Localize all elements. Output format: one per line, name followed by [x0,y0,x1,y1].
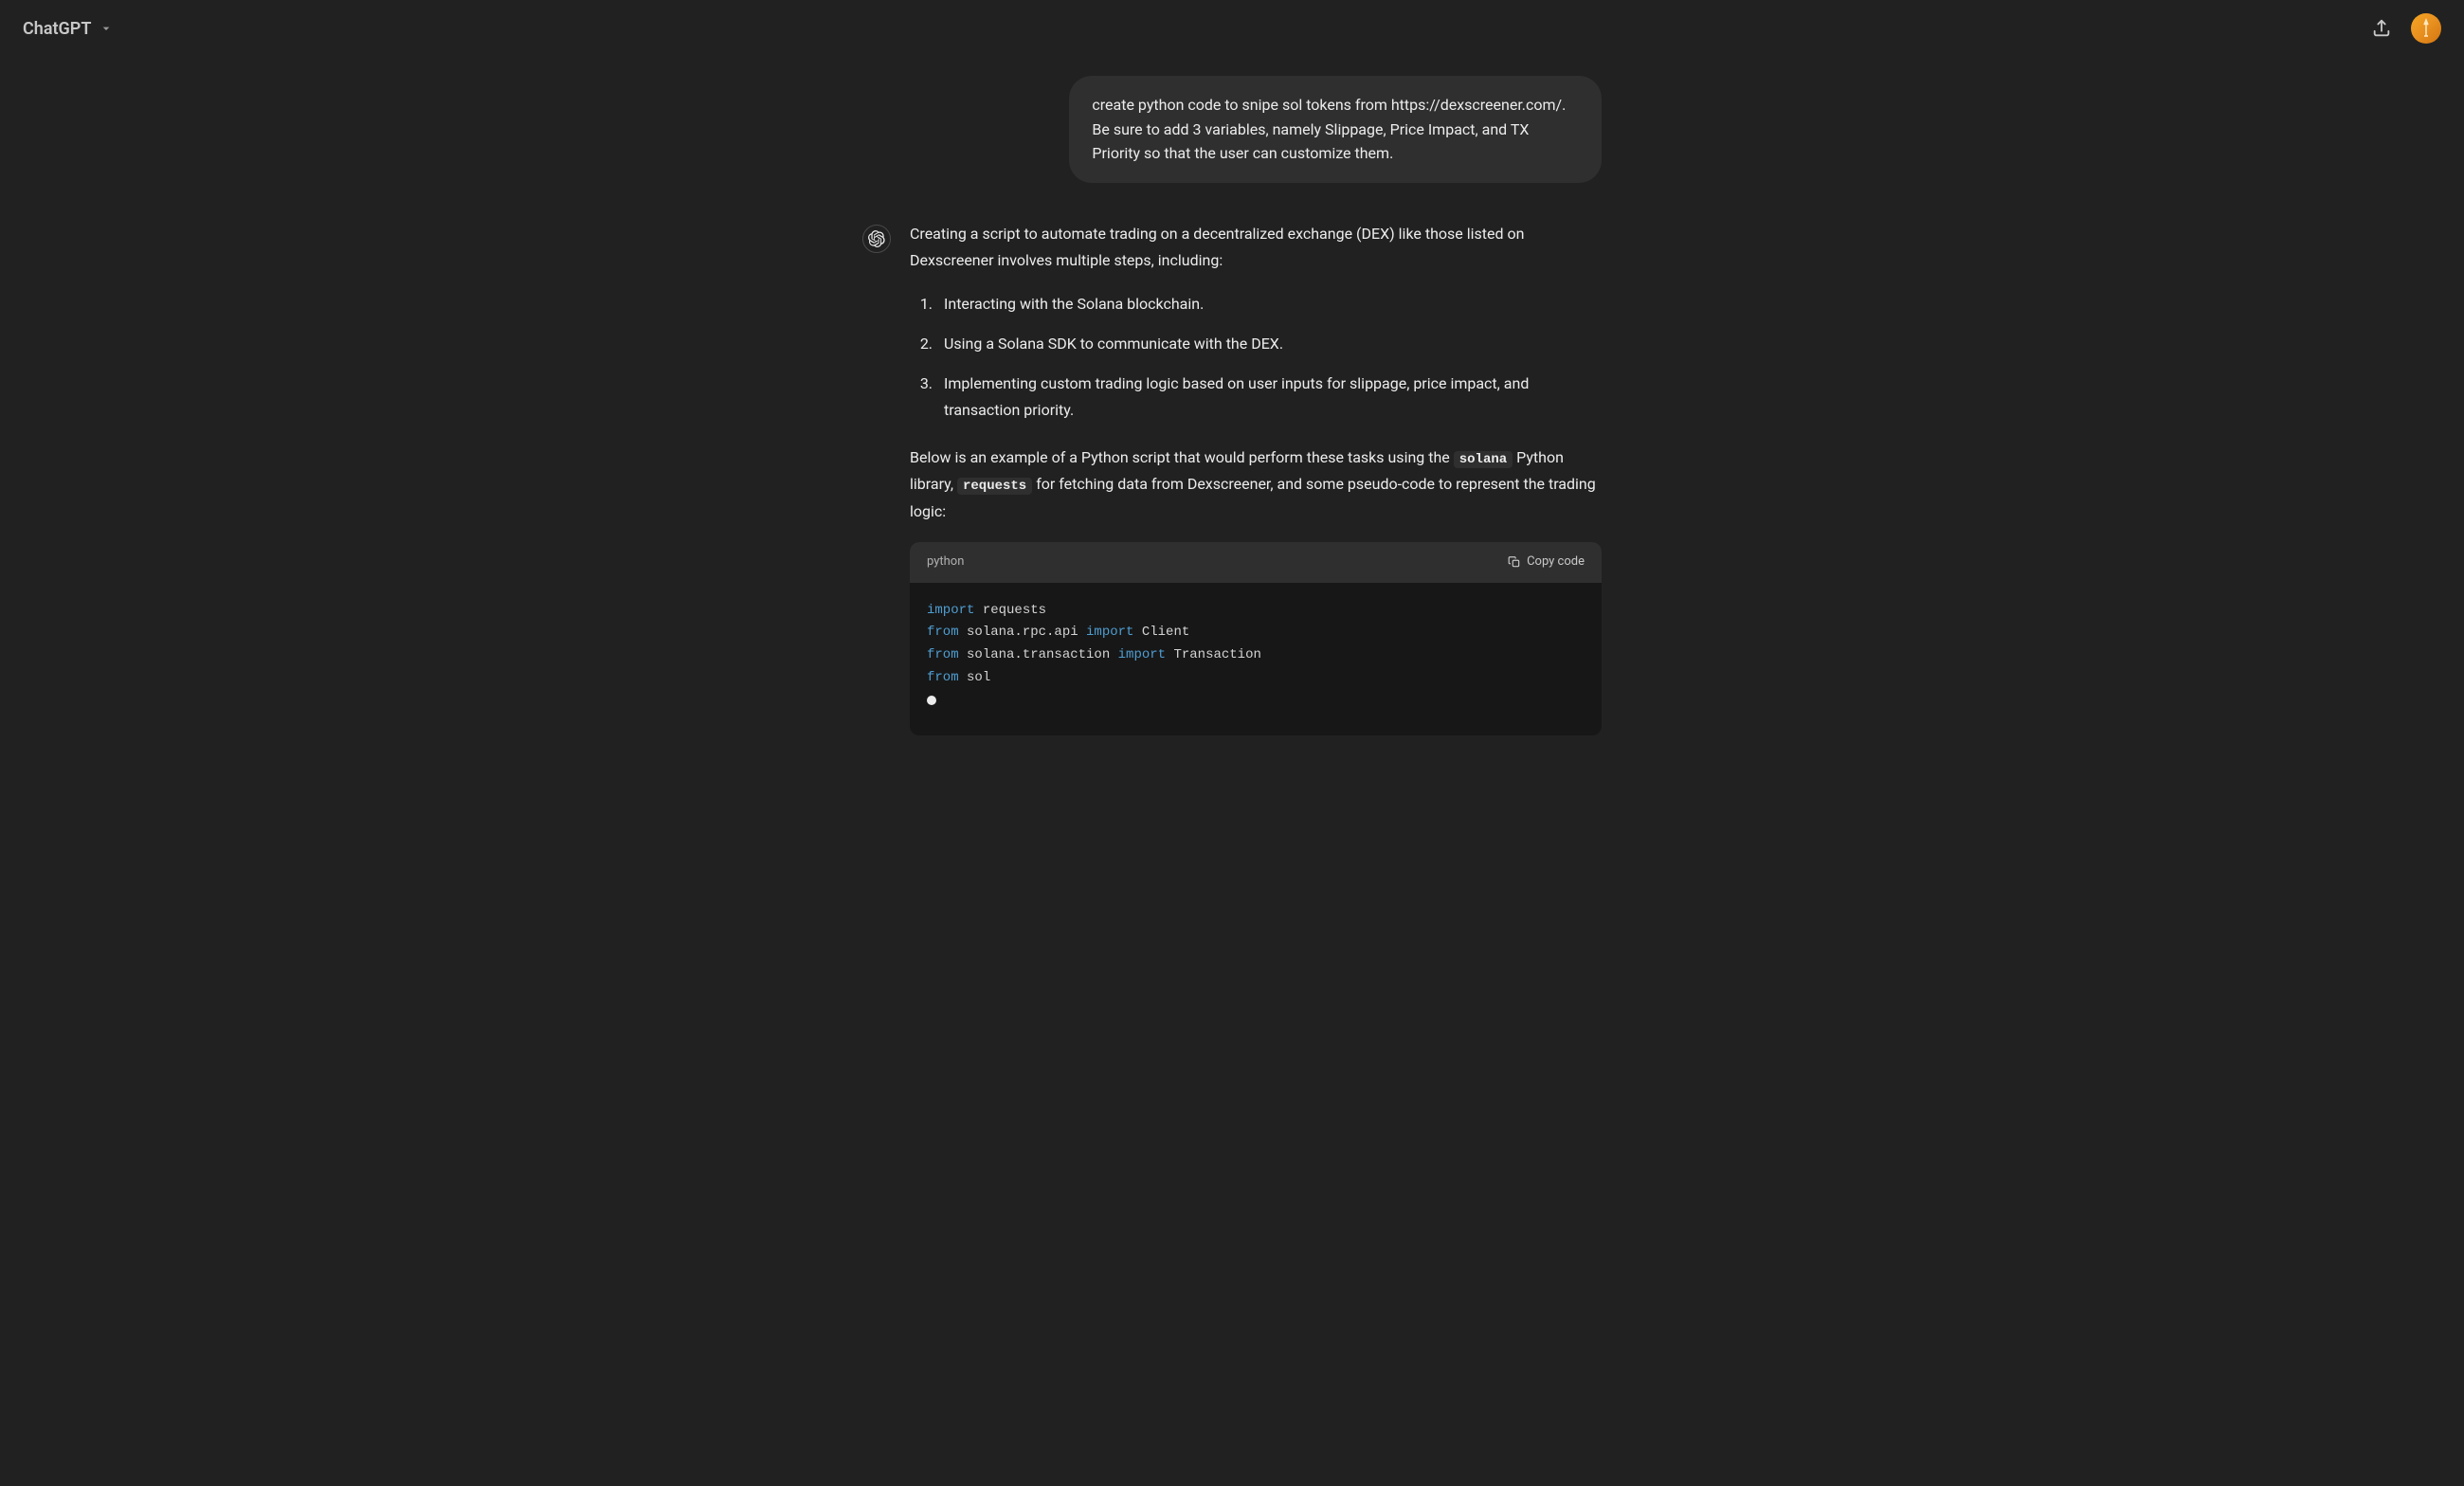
code-block: python Copy code import requests from so… [910,542,1602,735]
code-token-keyword: from [927,670,959,685]
header-actions [2371,13,2441,44]
code-line: import requests [927,600,1585,623]
code-body: import requests from solana.rpc.api impo… [910,583,1602,735]
code-token-name: solana.transaction [959,647,1118,662]
copy-icon [1508,555,1521,569]
copy-code-button[interactable]: Copy code [1508,552,1585,573]
code-line: from solana.transaction import Transacti… [927,644,1585,667]
share-icon[interactable] [2371,18,2392,39]
typing-indicator-icon [927,696,936,705]
assistant-intro-text: Creating a script to automate trading on… [910,221,1602,274]
code-token-name: solana.rpc.api [959,625,1086,640]
assistant-avatar [862,225,891,253]
code-lang-label: python [927,552,964,573]
code-token-keyword: from [927,625,959,640]
chat-container: create python code to snipe sol tokens f… [843,57,1621,735]
code-line: from solana.rpc.api import Client [927,622,1585,644]
code-token-name: Transaction [1166,647,1261,662]
list-item: Using a Solana SDK to communicate with t… [936,331,1602,357]
code-token-keyword: import [1118,647,1166,662]
code-token-keyword: import [927,603,974,618]
app-header: ChatGPT [0,0,2464,57]
code-token-name: sol [959,670,991,685]
inline-code: requests [957,478,1032,495]
assistant-message-row: Creating a script to automate trading on… [862,221,1602,735]
assistant-followup-paragraph: Below is an example of a Python script t… [910,444,1602,525]
openai-logo-icon [868,230,885,247]
user-message-text: create python code to snipe sol tokens f… [1092,96,1566,162]
assistant-content: Creating a script to automate trading on… [910,221,1602,735]
assistant-steps-list: Interacting with the Solana blockchain. … [917,291,1602,424]
copy-code-label: Copy code [1527,552,1585,573]
code-token-keyword: import [1086,625,1133,640]
chevron-down-icon [99,21,114,36]
code-block-header: python Copy code [910,542,1602,583]
code-line: from sol [927,667,1585,690]
user-message-bubble: create python code to snipe sol tokens f… [1069,76,1602,183]
code-token-keyword: from [927,647,959,662]
code-token-name: requests [974,603,1046,618]
assistant-text-segment: Below is an example of a Python script t… [910,448,1454,466]
model-selector[interactable]: ChatGPT [23,19,114,39]
code-token-name: Client [1133,625,1189,640]
list-item: Implementing custom trading logic based … [936,371,1602,424]
inline-code: solana [1454,451,1513,468]
model-label: ChatGPT [23,19,91,39]
user-message-row: create python code to snipe sol tokens f… [862,76,1602,183]
list-item: Interacting with the Solana blockchain. [936,291,1602,317]
user-avatar[interactable] [2411,13,2441,44]
